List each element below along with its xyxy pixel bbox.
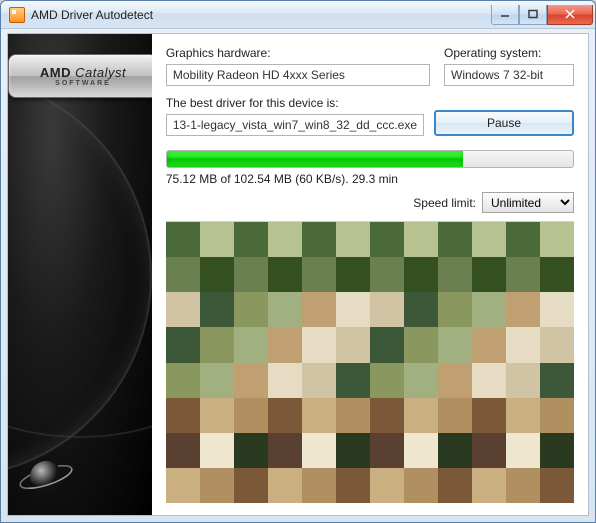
speed-limit-label: Speed limit: <box>413 196 476 210</box>
titlebar[interactable]: AMD Driver Autodetect <box>1 1 595 29</box>
os-label: Operating system: <box>444 46 574 60</box>
close-icon <box>564 9 576 19</box>
speed-limit-row: Speed limit: Unlimited <box>166 192 574 213</box>
graphics-label: Graphics hardware: <box>166 46 430 60</box>
app-icon <box>9 7 25 23</box>
window-title: AMD Driver Autodetect <box>31 8 491 22</box>
brand-title: AMD Catalyst <box>40 65 126 80</box>
driver-value[interactable]: 13-1-legacy_vista_win7_win8_32_dd_ccc.ex… <box>166 114 424 136</box>
client-area: AMD Catalyst SOFTWARE <box>7 33 589 516</box>
driver-row: The best driver for this device is: 13-1… <box>166 96 574 136</box>
download-progressbar <box>166 150 574 168</box>
os-value[interactable]: Windows 7 32-bit <box>444 64 574 86</box>
close-button[interactable] <box>547 5 593 25</box>
planet-icon <box>18 449 74 505</box>
maximize-button[interactable] <box>519 5 547 25</box>
progress-status-text: 75.12 MB of 102.54 MB (60 KB/s). 29.3 mi… <box>166 172 574 186</box>
driver-label: The best driver for this device is: <box>166 96 424 110</box>
driver-field: The best driver for this device is: 13-1… <box>166 96 424 136</box>
minimize-icon <box>500 9 510 19</box>
pixelated-image <box>166 222 574 503</box>
minimize-button[interactable] <box>491 5 519 25</box>
main-panel: Graphics hardware: Mobility Radeon HD 4x… <box>152 34 588 515</box>
maximize-icon <box>528 9 538 19</box>
progress-section: 75.12 MB of 102.54 MB (60 KB/s). 29.3 mi… <box>166 150 574 186</box>
brand-subtitle: SOFTWARE <box>55 80 111 87</box>
graphics-value[interactable]: Mobility Radeon HD 4xxx Series <box>166 64 430 86</box>
ad-banner[interactable] <box>166 221 574 503</box>
sidebar: AMD Catalyst SOFTWARE <box>8 34 152 515</box>
speed-limit-select[interactable]: Unlimited <box>482 192 574 213</box>
os-field: Operating system: Windows 7 32-bit <box>444 46 574 86</box>
pause-button[interactable]: Pause <box>434 110 574 136</box>
window-controls <box>491 5 593 25</box>
brand-suffix: Catalyst <box>75 65 126 80</box>
progress-fill <box>167 151 463 167</box>
app-window: AMD Driver Autodetect AMD Catalyst SOFTW… <box>0 0 596 523</box>
info-row: Graphics hardware: Mobility Radeon HD 4x… <box>166 46 574 86</box>
brand-badge: AMD Catalyst SOFTWARE <box>8 54 152 98</box>
graphics-field: Graphics hardware: Mobility Radeon HD 4x… <box>166 46 430 86</box>
brand-prefix: AMD <box>40 65 71 80</box>
